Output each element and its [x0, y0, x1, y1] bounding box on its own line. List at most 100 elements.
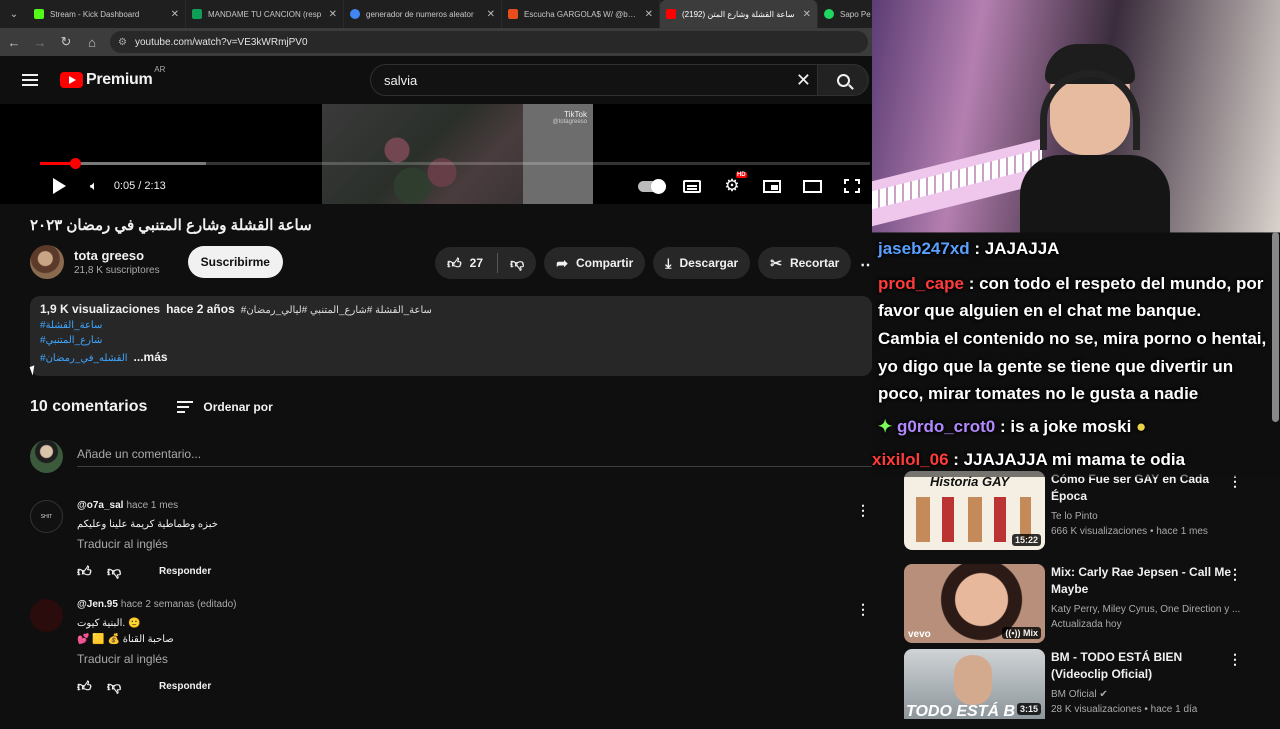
download-button[interactable]: ⤓ Descargar: [653, 247, 751, 279]
reply-button[interactable]: Responder: [159, 566, 211, 577]
streamer-body: [1020, 155, 1170, 233]
site-info-icon[interactable]: ⚙: [118, 37, 127, 48]
progress-bar[interactable]: [40, 158, 870, 169]
recommendation-meta: 28 K visualizaciones • hace 1 día: [1051, 704, 1198, 715]
view-count: 1,9 K visualizaciones: [40, 302, 161, 316]
search-input[interactable]: salvia ✕: [370, 64, 818, 96]
user-avatar[interactable]: [30, 440, 63, 473]
like-count[interactable]: 27: [470, 256, 483, 270]
recommendation-item[interactable]: vevo ((•)) Mix Mix: Carly Rae Jepsen - C…: [904, 564, 1280, 644]
recommendation-meta: 666 K visualizaciones • hace 1 mes: [1051, 526, 1208, 537]
page-scrollbar[interactable]: [1272, 232, 1279, 422]
tab-search-icon[interactable]: ⌄: [0, 0, 28, 28]
sort-button[interactable]: Ordenar por: [177, 400, 273, 414]
recommendation-channel[interactable]: Te lo Pinto: [1051, 509, 1241, 524]
clip-button[interactable]: ✂ Recortar: [758, 247, 852, 279]
upload-age: hace 2 años: [166, 302, 235, 316]
browser-tab[interactable]: Stream - Kick Dashboard ✕: [28, 0, 186, 28]
browser-tab[interactable]: Escucha GARGOLA$ W/ @bby.r ✕: [502, 0, 660, 28]
video-thumbnail[interactable]: TODO ESTÁ B 3:15: [904, 649, 1045, 719]
youtube-header: Premium AR salvia ✕: [0, 56, 872, 104]
channel-avatar[interactable]: [30, 245, 64, 279]
search-icon: [836, 73, 850, 87]
comment-author[interactable]: @Jen.95: [77, 599, 118, 610]
autoplay-toggle[interactable]: [632, 178, 672, 194]
play-icon[interactable]: [53, 178, 66, 194]
hashtag-link[interactable]: #القشله_في_رمضان: [40, 353, 128, 364]
browser-tab[interactable]: Sapo Pe: [818, 0, 878, 28]
comment-menu-icon[interactable]: ⋮: [856, 502, 870, 519]
miniplayer-button[interactable]: [752, 179, 792, 193]
browser-tab[interactable]: MANDAME TU CANCION (resp ✕: [186, 0, 344, 28]
comment-dislike-icon[interactable]: 👎︎: [107, 563, 129, 580]
close-tab-icon[interactable]: ✕: [645, 9, 653, 20]
video-thumbnail[interactable]: Historia GAY 15:22: [904, 471, 1045, 550]
comment-time[interactable]: hace 2 semanas (editado): [121, 599, 237, 610]
dislike-icon[interactable]: 👎︎: [510, 255, 524, 272]
video-thumbnail[interactable]: vevo ((•)) Mix: [904, 564, 1045, 643]
recommendation-menu-icon[interactable]: ⋮: [1228, 566, 1242, 583]
reload-icon[interactable]: ↻: [54, 30, 78, 54]
reply-button[interactable]: Responder: [159, 681, 211, 692]
hashtag-link[interactable]: #شارع_المتنبي: [40, 335, 862, 346]
add-comment-row: Añade un comentario...: [30, 440, 872, 473]
recommendation-title[interactable]: BM - TODO ESTÁ BIEN (Videoclip Oficial): [1051, 649, 1241, 683]
subscribe-button[interactable]: Suscribirme: [187, 246, 283, 278]
search-button[interactable]: [817, 64, 869, 96]
description-box[interactable]: 1,9 K visualizaciones hace 2 años #ساعة_…: [30, 296, 872, 376]
volume-icon[interactable]: 🔈︎: [90, 178, 98, 194]
comment-author[interactable]: @o7a_sal: [77, 500, 123, 511]
description-tags: #ساعة_القشلة #شارع_المتنبي #ليالي_رمضان: [240, 305, 432, 316]
youtube-favicon-icon: [666, 9, 676, 19]
recommendation-item[interactable]: Historia GAY 15:22 Cómo Fue ser GAY en C…: [904, 471, 1280, 551]
add-comment-input[interactable]: Añade un comentario...: [77, 447, 872, 467]
hashtag-link[interactable]: #ساعة_القشلة: [40, 320, 862, 331]
like-icon[interactable]: 👍︎: [447, 255, 462, 272]
commenter-avatar[interactable]: SHIT: [30, 500, 63, 533]
fullscreen-button[interactable]: [832, 179, 872, 193]
chat-message: jaseb247xd : JAJAJJA: [878, 239, 1060, 258]
recommendation-title[interactable]: Mix: Carly Rae Jepsen - Call Me Maybe: [1051, 564, 1241, 598]
share-button[interactable]: ➦ Compartir: [544, 247, 646, 279]
theater-button[interactable]: [792, 179, 832, 193]
home-icon[interactable]: ⌂: [80, 30, 104, 54]
recommendation-item[interactable]: TODO ESTÁ B 3:15 BM - TODO ESTÁ BIEN (Vi…: [904, 649, 1280, 729]
clear-search-icon[interactable]: ✕: [796, 70, 811, 91]
comment-dislike-icon[interactable]: 👎︎: [107, 678, 129, 695]
time-display: 0:05 / 2:13: [113, 180, 166, 192]
chat-message-cont: yo digo que la gente se tiene que divert…: [878, 357, 1234, 376]
close-tab-icon[interactable]: ✕: [803, 9, 811, 20]
comment-like-icon[interactable]: 👍︎: [77, 678, 99, 695]
browser-tab-active[interactable]: ساعة القشلة وشارع المتن (2192) ✕: [660, 0, 818, 28]
translate-link[interactable]: Traducir al inglés: [77, 537, 872, 551]
comment-time[interactable]: hace 1 mes: [126, 500, 178, 511]
commenter-avatar[interactable]: [30, 599, 63, 632]
subtitles-button[interactable]: [672, 179, 712, 193]
menu-icon[interactable]: [22, 74, 38, 86]
chat-message-cont: poco, mirar tomates no le gusta a nadie: [878, 384, 1199, 403]
sheets-favicon-icon: [192, 9, 202, 19]
settings-button[interactable]: ⚙ HD: [712, 172, 752, 196]
forward-arrow-icon[interactable]: →: [28, 30, 52, 54]
chat-message: xixilol_06 : JJAJAJJA mi mama te odia: [872, 450, 1186, 469]
sort-icon: [177, 401, 194, 413]
youtube-logo[interactable]: Premium AR: [60, 65, 165, 89]
recommendation-channel[interactable]: Katy Perry, Miley Cyrus, One Direction y…: [1051, 602, 1241, 617]
close-tab-icon[interactable]: ✕: [329, 9, 337, 20]
recommendation-channel[interactable]: BM Oficial ✔: [1051, 687, 1241, 702]
back-arrow-icon[interactable]: ←: [2, 30, 26, 54]
close-tab-icon[interactable]: ✕: [487, 9, 495, 20]
chat-message: prod_cape : con todo el respeto del mund…: [878, 274, 1264, 293]
comment-menu-icon[interactable]: ⋮: [856, 601, 870, 618]
browser-tab[interactable]: generador de numeros aleator ✕: [344, 0, 502, 28]
channel-name[interactable]: tota greeso: [74, 248, 160, 263]
url-field[interactable]: ⚙ youtube.com/watch?v=VE3kWRmjPV0: [110, 31, 868, 53]
close-tab-icon[interactable]: ✕: [171, 9, 179, 20]
comment-like-icon[interactable]: 👍︎: [77, 563, 99, 580]
mix-badge: ((•)) Mix: [1002, 627, 1041, 639]
recommendation-menu-icon[interactable]: ⋮: [1228, 651, 1242, 668]
translate-link[interactable]: Traducir al inglés: [77, 652, 872, 666]
video-player[interactable]: TikTok @totagreeso 🔈︎ 0:05 / 2:13 ⚙ HD: [0, 104, 872, 204]
vevo-logo: vevo: [908, 629, 931, 640]
show-more-link[interactable]: ...más: [134, 350, 168, 364]
